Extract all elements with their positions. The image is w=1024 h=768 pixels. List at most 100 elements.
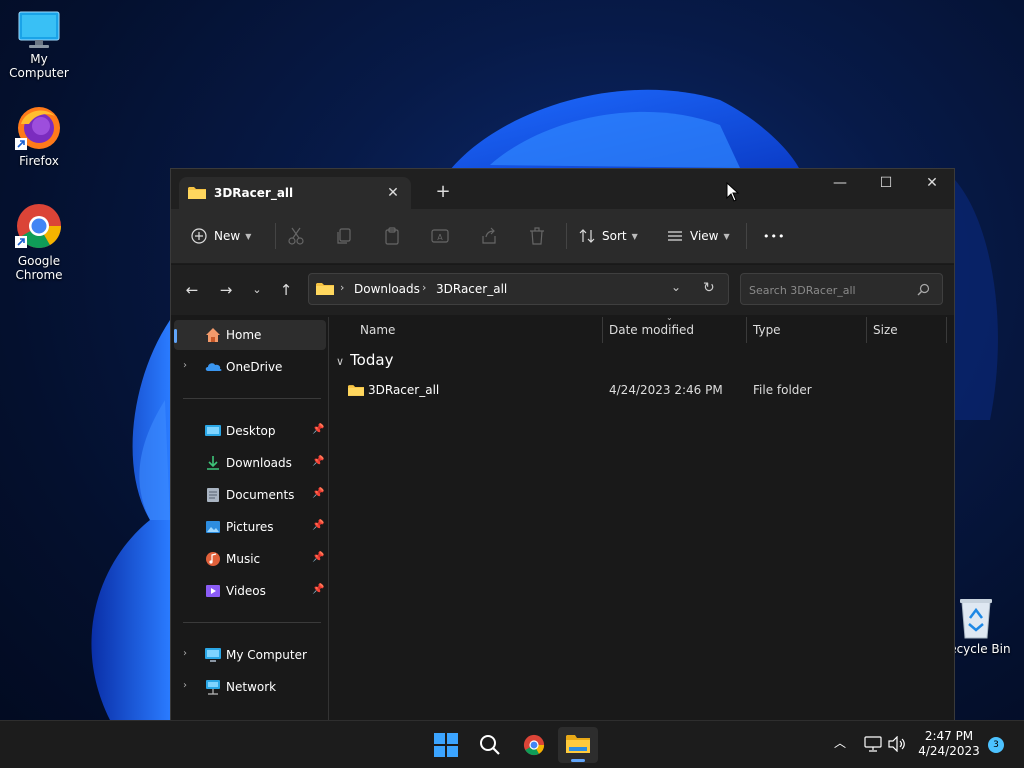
svg-text:A: A bbox=[437, 233, 443, 242]
nav-item-label: Downloads bbox=[226, 456, 292, 470]
share-icon[interactable] bbox=[479, 226, 499, 246]
refresh-icon[interactable]: ↻ bbox=[703, 280, 715, 296]
monitor-icon bbox=[18, 11, 60, 48]
breadcrumb-3dracer-all[interactable]: 3DRacer_all bbox=[436, 282, 507, 296]
address-dropdown-button[interactable]: ⌄ bbox=[671, 280, 681, 294]
more-options-label: ••• bbox=[763, 229, 786, 243]
expand-chevron-icon[interactable]: › bbox=[183, 648, 187, 659]
nav-item-label: Home bbox=[226, 328, 262, 342]
desktop-icon-firefox[interactable]: Firefox bbox=[0, 104, 78, 168]
recycle-bin-icon bbox=[960, 599, 992, 639]
chrome-icon bbox=[523, 734, 545, 756]
show-hidden-icons-button[interactable]: ︿ bbox=[834, 734, 846, 751]
pin-icon[interactable]: 📌 bbox=[312, 552, 324, 563]
pictures-icon bbox=[206, 521, 220, 533]
search-taskbar-button[interactable] bbox=[470, 727, 510, 763]
file-explorer-window: 3DRacer_all ✕ + — ☐ ✕ New ▼ A Sort ▼ Vie… bbox=[170, 168, 955, 722]
nav-item-pictures[interactable]: Pictures 📌 bbox=[174, 512, 326, 542]
network-status-icon[interactable] bbox=[864, 736, 882, 752]
nav-item-downloads[interactable]: Downloads 📌 bbox=[174, 448, 326, 478]
folder-icon bbox=[316, 283, 334, 295]
rename-icon[interactable]: A bbox=[430, 226, 450, 246]
start-button[interactable] bbox=[426, 727, 466, 763]
music-icon bbox=[206, 552, 220, 566]
group-header-today[interactable]: ∨ Today bbox=[336, 351, 393, 369]
toolbar-divider bbox=[275, 223, 276, 249]
column-header-size[interactable]: Size bbox=[873, 323, 898, 337]
sort-button[interactable]: Sort ▼ bbox=[579, 223, 638, 249]
pin-icon[interactable]: 📌 bbox=[312, 488, 324, 499]
column-header-date-modified[interactable]: Date modified bbox=[609, 323, 694, 337]
table-row[interactable]: 3DRacer_all 4/24/2023 2:46 PM File folde… bbox=[342, 379, 942, 405]
desktop-icon bbox=[205, 425, 221, 436]
nav-item-home[interactable]: Home bbox=[174, 320, 326, 350]
nav-item-videos[interactable]: Videos 📌 bbox=[174, 576, 326, 606]
clock-date: 4/24/2023 bbox=[918, 744, 980, 758]
nav-item-label: Pictures bbox=[226, 520, 274, 534]
copy-icon[interactable] bbox=[334, 226, 354, 246]
chevron-down-icon: ▼ bbox=[723, 231, 730, 241]
pin-icon[interactable]: 📌 bbox=[312, 424, 324, 435]
nav-item-network[interactable]: › Network bbox=[174, 672, 326, 702]
pin-icon[interactable]: 📌 bbox=[312, 520, 324, 531]
new-button-label: New bbox=[214, 229, 241, 243]
notification-badge[interactable]: 3 bbox=[988, 737, 1004, 753]
cut-icon[interactable] bbox=[286, 226, 306, 246]
new-tab-button[interactable]: + bbox=[433, 183, 453, 203]
breadcrumb-downloads[interactable]: Downloads bbox=[354, 282, 420, 296]
file-list: ⌄ Name Date modified Type Size ∨ Today 3D… bbox=[330, 313, 955, 722]
nav-item-documents[interactable]: Documents 📌 bbox=[174, 480, 326, 510]
chevron-down-icon: ▼ bbox=[245, 231, 252, 241]
tab-3dracer-all[interactable]: 3DRacer_all ✕ bbox=[179, 177, 411, 209]
desktop-icon-label: My Computer bbox=[9, 52, 69, 80]
column-header-type[interactable]: Type bbox=[753, 323, 781, 337]
column-separator[interactable] bbox=[746, 317, 747, 343]
back-button[interactable]: ← bbox=[180, 279, 204, 301]
desktop-icon-chrome[interactable]: Google Chrome bbox=[0, 202, 78, 282]
desktop-icon-my-computer[interactable]: My Computer bbox=[0, 10, 78, 80]
column-separator[interactable] bbox=[866, 317, 867, 343]
onedrive-icon bbox=[205, 363, 222, 371]
view-button[interactable]: View ▼ bbox=[667, 223, 730, 249]
volume-icon[interactable] bbox=[888, 736, 906, 752]
paste-icon[interactable] bbox=[382, 226, 402, 246]
column-separator[interactable] bbox=[602, 317, 603, 343]
tab-close-button[interactable]: ✕ bbox=[383, 183, 403, 203]
nav-item-desktop[interactable]: Desktop 📌 bbox=[174, 416, 326, 446]
pin-icon[interactable]: 📌 bbox=[312, 584, 324, 595]
nav-item-music[interactable]: Music 📌 bbox=[174, 544, 326, 574]
address-bar[interactable]: › Downloads › 3DRacer_all ⌄ ↻ bbox=[308, 273, 729, 305]
pin-icon[interactable]: 📌 bbox=[312, 456, 324, 467]
maximize-button[interactable]: ☐ bbox=[863, 169, 909, 201]
download-icon bbox=[207, 456, 219, 470]
up-button[interactable]: ↑ bbox=[274, 279, 298, 301]
nav-item-label: Videos bbox=[226, 584, 266, 598]
file-explorer-taskbar-button[interactable] bbox=[558, 727, 598, 763]
recent-locations-button[interactable]: ⌄ bbox=[245, 279, 269, 301]
new-button[interactable]: New ▼ bbox=[191, 223, 251, 249]
group-label: Today bbox=[350, 351, 394, 369]
expand-chevron-icon[interactable]: › bbox=[183, 680, 187, 691]
address-row: ← → ⌄ ↑ › Downloads › 3DRacer_all ⌄ ↻ bbox=[171, 265, 954, 315]
forward-button[interactable]: → bbox=[214, 279, 238, 301]
column-header-name[interactable]: Name bbox=[360, 323, 395, 337]
search-box[interactable] bbox=[740, 273, 943, 305]
title-bar: 3DRacer_all ✕ + — ☐ ✕ bbox=[171, 169, 954, 209]
system-clock[interactable]: 2:47 PM 4/24/2023 bbox=[914, 729, 984, 759]
column-separator[interactable] bbox=[946, 317, 947, 343]
chevron-down-icon: ▼ bbox=[631, 231, 638, 241]
nav-item-my-computer[interactable]: › My Computer bbox=[174, 640, 326, 670]
search-icon[interactable] bbox=[917, 283, 930, 296]
chrome-icon bbox=[15, 204, 61, 248]
nav-item-label: OneDrive bbox=[226, 360, 283, 374]
more-options-button[interactable]: ••• bbox=[763, 223, 785, 249]
expand-chevron-icon[interactable]: › bbox=[183, 360, 187, 371]
close-window-button[interactable]: ✕ bbox=[909, 169, 955, 201]
search-input[interactable] bbox=[749, 281, 909, 299]
nav-item-onedrive[interactable]: › OneDrive bbox=[174, 352, 326, 382]
chrome-taskbar-button[interactable] bbox=[514, 727, 554, 763]
minimize-button[interactable]: — bbox=[817, 169, 863, 201]
file-type: File folder bbox=[753, 383, 812, 397]
delete-icon[interactable] bbox=[527, 226, 547, 246]
search-icon bbox=[480, 735, 500, 755]
